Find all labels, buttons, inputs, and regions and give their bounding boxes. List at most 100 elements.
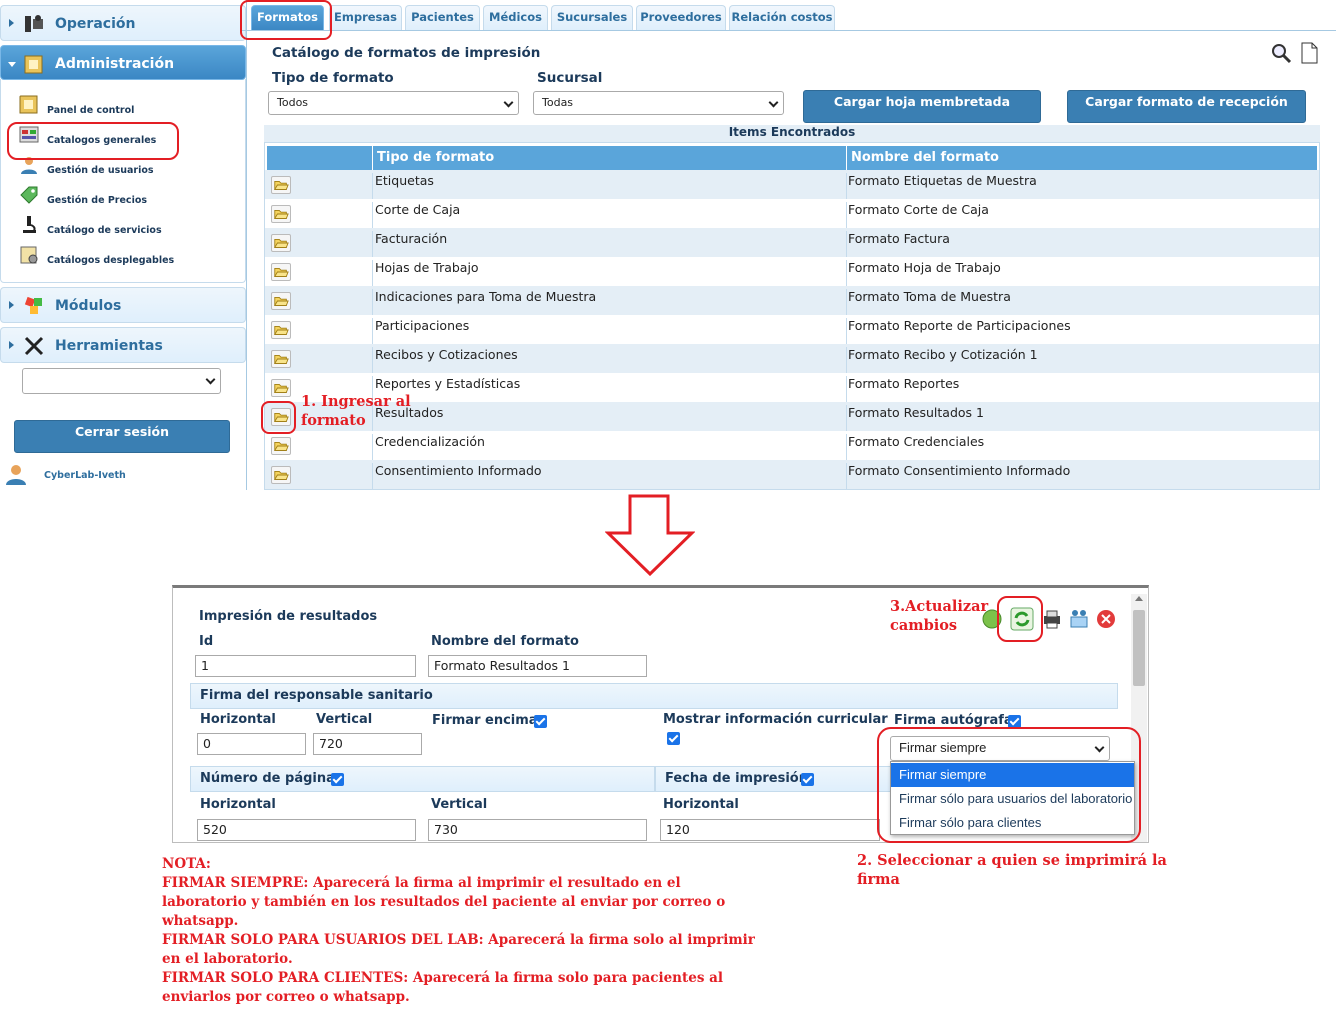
scroll-thumb[interactable] (1133, 610, 1145, 686)
items-found-bar: Items Encontrados (264, 125, 1320, 142)
expand-arrow-icon (9, 301, 14, 309)
column-divider (372, 173, 373, 199)
firma-vertical-label: Vertical (316, 712, 373, 727)
highlight-catalogos-generales (7, 122, 179, 160)
cell-nombre: Formato Recibo y Cotización 1 (848, 347, 1038, 362)
expand-arrow-icon (9, 341, 14, 349)
open-folder-icon[interactable] (271, 263, 291, 281)
tab-sucursales[interactable]: Sucursales (551, 5, 633, 30)
sucursal-select[interactable]: Todas (533, 91, 784, 115)
column-divider (846, 463, 847, 489)
table-row[interactable]: Indicaciones para Toma de Muestra Formato… (265, 286, 1319, 315)
col-header-tipo[interactable]: Tipo de formato (373, 146, 847, 170)
tab-medicos[interactable]: Médicos (483, 5, 548, 30)
table-row[interactable]: Consentimiento Informado Formato Consenti… (265, 460, 1319, 489)
print-icon[interactable] (1041, 608, 1063, 630)
column-divider (846, 260, 847, 286)
firmar-encima-checkbox[interactable] (534, 715, 547, 728)
down-arrow-icon (605, 494, 695, 576)
numero-pagina-checkbox[interactable] (331, 773, 344, 786)
highlight-refresh (997, 596, 1043, 642)
highlight-tab-formatos (240, 0, 332, 40)
nombre-formato-field[interactable]: Formato Resultados 1 (428, 655, 647, 677)
col-header-nombre[interactable]: Nombre del formato (847, 146, 1318, 170)
tab-pacientes[interactable]: Pacientes (405, 5, 480, 30)
open-folder-icon[interactable] (271, 234, 291, 252)
section-operacion[interactable]: Operación (0, 5, 246, 41)
table-row[interactable]: Corte de Caja Formato Corte de Caja (265, 199, 1319, 228)
open-folder-icon[interactable] (271, 437, 291, 455)
modules-icon (24, 296, 42, 314)
column-divider (846, 405, 847, 431)
table-row[interactable]: Recibos y Cotizaciones Formato Recibo y C… (265, 344, 1319, 373)
mostrar-info-checkbox[interactable] (667, 732, 680, 745)
column-divider (372, 202, 373, 228)
fecha-impresion-checkbox[interactable] (801, 773, 814, 786)
price-tag-icon (20, 186, 38, 204)
select-value: Todos (277, 96, 309, 109)
cell-tipo: Participaciones (375, 318, 470, 333)
tools-icon (24, 336, 44, 356)
open-folder-icon[interactable] (271, 176, 291, 194)
cell-nombre: Formato Factura (848, 231, 950, 246)
cell-nombre: Formato Hoja de Trabajo (848, 260, 1001, 275)
firma-horizontal-label: Horizontal (200, 712, 276, 727)
open-folder-icon[interactable] (271, 205, 291, 223)
section-administracion[interactable]: Administración (0, 45, 246, 80)
cell-tipo: Indicaciones para Toma de Muestra (375, 289, 597, 304)
search-icon[interactable] (1270, 42, 1292, 64)
tab-empresas[interactable]: Empresas (329, 5, 402, 30)
table-row[interactable]: Etiquetas Formato Etiquetas de Muestra (265, 170, 1319, 199)
open-folder-icon[interactable] (271, 292, 291, 310)
fi-horizontal-field[interactable]: 120 (660, 819, 880, 841)
section-label: Herramientas (55, 338, 163, 354)
open-folder-icon[interactable] (271, 350, 291, 368)
sidebar-select[interactable] (22, 368, 221, 394)
section-herramientas[interactable]: Herramientas (0, 327, 246, 363)
logout-button[interactable]: Cerrar sesión (14, 420, 230, 453)
id-label: Id (199, 634, 214, 649)
id-field[interactable]: 1 (195, 655, 416, 677)
new-document-icon[interactable] (1298, 42, 1320, 64)
open-folder-icon[interactable] (271, 321, 291, 339)
firmar-encima-label: Firmar encima (432, 713, 538, 728)
sidebar-divider (246, 0, 247, 490)
annotation-step1: 1. Ingresar al formato (301, 393, 411, 429)
tab-proveedores[interactable]: Proveedores (636, 5, 726, 30)
cargar-formato-recepcion-button[interactable]: Cargar formato de recepción (1067, 90, 1306, 123)
open-folder-icon[interactable] (271, 466, 291, 484)
user-avatar-icon (6, 465, 26, 485)
note-heading: NOTA: (162, 856, 211, 872)
cell-nombre: Formato Resultados 1 (848, 405, 984, 420)
form-title: Impresión de resultados (199, 609, 378, 624)
tab-underline (241, 30, 1336, 31)
table-row[interactable]: Hojas de Trabajo Formato Hoja de Trabajo (265, 257, 1319, 286)
close-icon[interactable] (1095, 608, 1117, 630)
open-folder-icon[interactable] (271, 379, 291, 397)
column-divider (372, 318, 373, 344)
table-row[interactable]: Participaciones Formato Reporte de Partic… (265, 315, 1319, 344)
collapse-arrow-icon (8, 62, 16, 67)
firma-vertical-field[interactable]: 720 (313, 733, 422, 755)
column-divider (372, 289, 373, 315)
column-divider (372, 231, 373, 257)
users-share-icon[interactable] (1067, 606, 1091, 630)
section-label: Operación (55, 16, 136, 32)
cell-nombre: Formato Reportes (848, 376, 960, 391)
highlight-open-format (261, 401, 296, 434)
fi-horizontal-label: Horizontal (663, 797, 739, 812)
np-horizontal-field[interactable]: 520 (197, 819, 416, 841)
table-row[interactable]: Facturación Formato Factura (265, 228, 1319, 257)
cell-tipo: Credencialización (375, 434, 485, 449)
np-vertical-field[interactable]: 730 (428, 819, 647, 841)
firma-horizontal-field[interactable]: 0 (197, 733, 306, 755)
tab-relacion-costos[interactable]: Relación costos (729, 5, 835, 30)
menu-label: Gestión de usuarios (47, 165, 154, 176)
tipo-formato-select[interactable]: Todos (268, 91, 519, 115)
section-modulos[interactable]: Módulos (0, 287, 246, 323)
cargar-hoja-membretada-button[interactable]: Cargar hoja membretada (803, 90, 1041, 123)
scroll-up-icon[interactable] (1135, 596, 1143, 601)
table-row[interactable]: Credencialización Formato Credenciales (265, 431, 1319, 460)
cell-tipo: Corte de Caja (375, 202, 461, 217)
note-block: NOTA: FIRMAR SIEMPRE: Aparecerá la firma… (162, 855, 762, 1007)
